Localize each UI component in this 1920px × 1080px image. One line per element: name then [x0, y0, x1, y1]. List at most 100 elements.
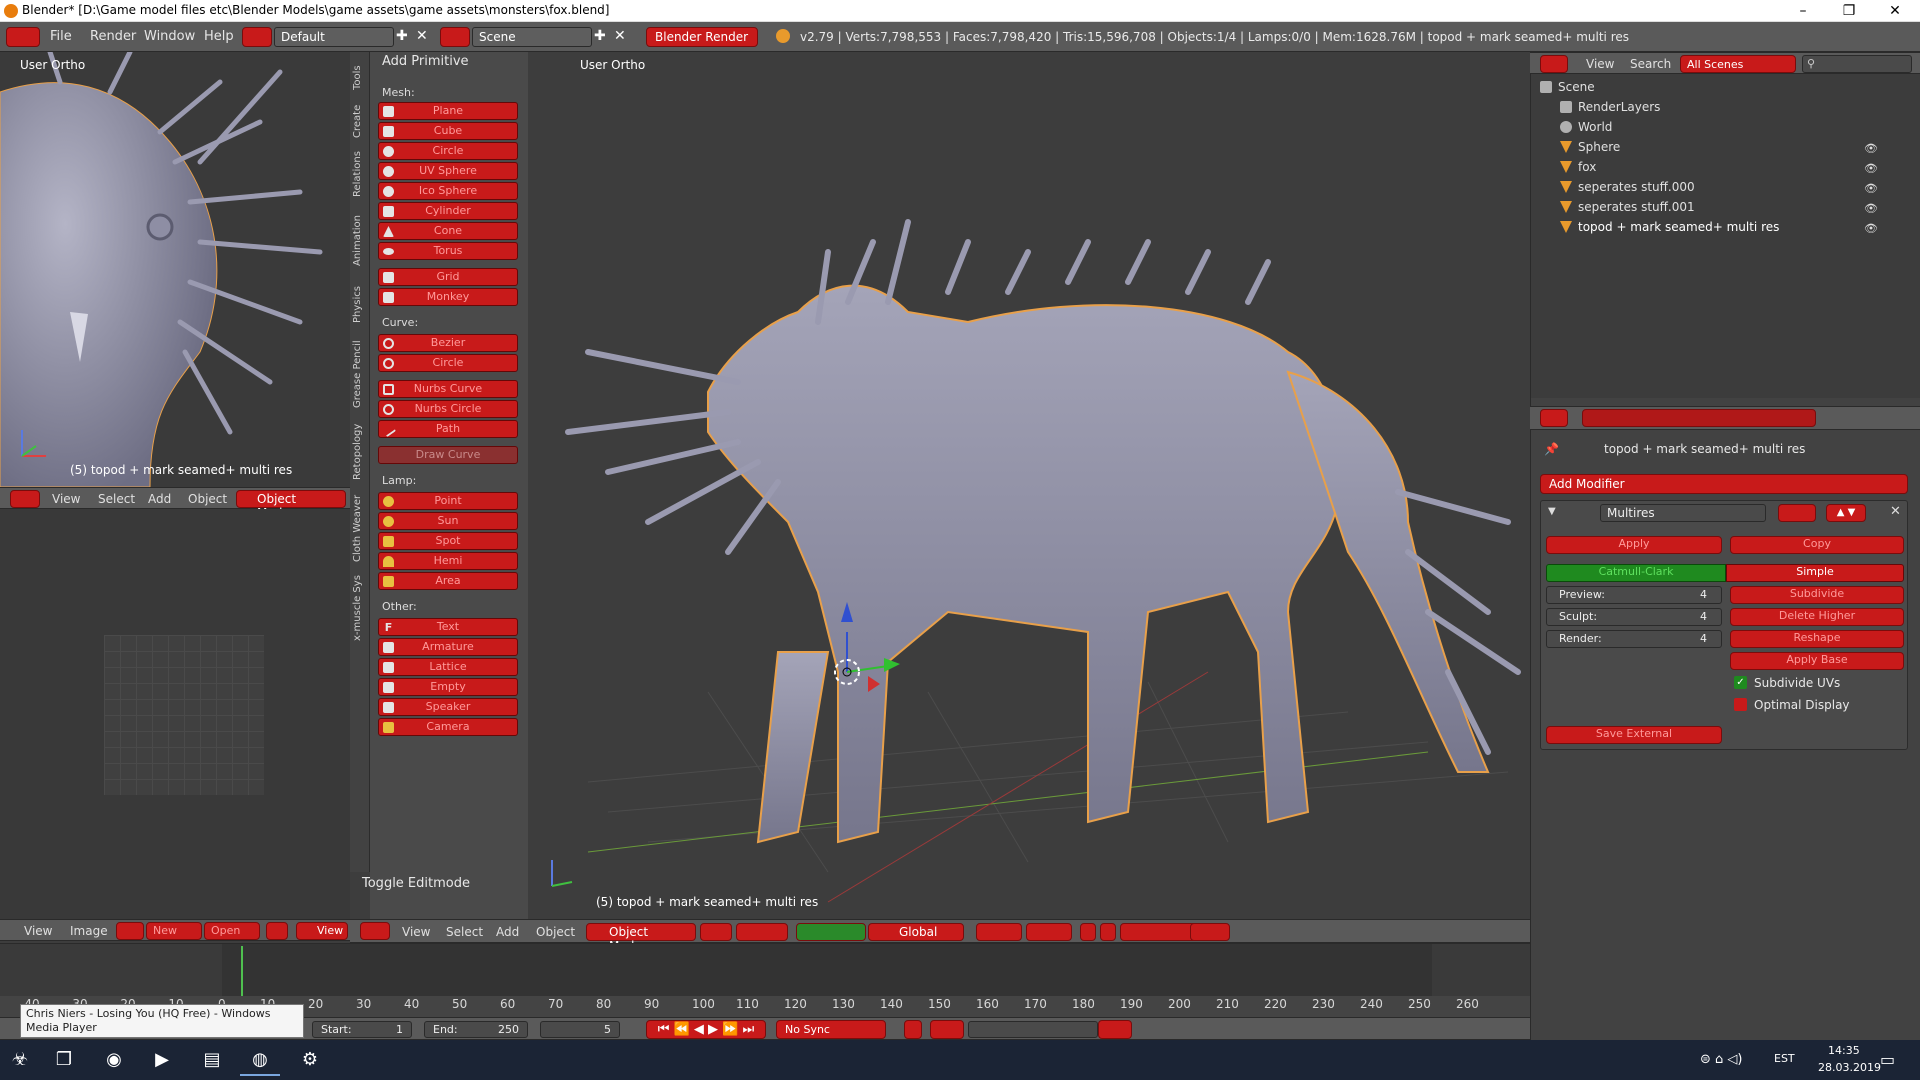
outliner-item-seperates-000[interactable]: seperates stuff.000 — [1560, 180, 1695, 200]
tab-muscle-system[interactable]: x-muscle Sys — [352, 570, 368, 646]
add-bezier-button[interactable]: Bezier — [378, 334, 518, 352]
reshape-button[interactable]: Reshape — [1730, 630, 1904, 648]
task-view-icon[interactable]: ❐ — [44, 1044, 84, 1076]
orientation-select[interactable]: Global — [868, 923, 964, 941]
pin-icon[interactable] — [266, 922, 288, 940]
tab-relations[interactable]: Relations — [352, 146, 368, 202]
main-menu-select[interactable]: Select — [446, 925, 483, 939]
copy-button[interactable]: Copy — [1730, 536, 1904, 554]
add-uv-sphere-button[interactable]: UV Sphere — [378, 162, 518, 180]
end-frame-field[interactable]: End: 250 — [424, 1021, 528, 1038]
outliner-item-renderlayers[interactable]: RenderLayers — [1560, 100, 1660, 120]
menu-window[interactable]: Window — [144, 29, 195, 44]
image-open-button[interactable]: Open — [204, 922, 260, 940]
outliner-search-input[interactable]: ⚲ — [1802, 55, 1912, 73]
tab-cloth-weaver[interactable]: Cloth Weaver — [352, 492, 368, 564]
tab-animation[interactable]: Animation — [352, 208, 368, 274]
viewport-shading-select[interactable] — [700, 923, 732, 941]
image-menu-image[interactable]: Image — [70, 924, 108, 938]
outliner-item-scene[interactable]: Scene — [1540, 80, 1595, 100]
add-point-lamp-button[interactable]: Point — [378, 492, 518, 510]
app-icon[interactable]: ⚙ — [290, 1044, 330, 1076]
opengl-render-buttons[interactable] — [1190, 923, 1230, 941]
remove-modifier-icon[interactable]: ✕ — [1890, 504, 1901, 519]
outliner-item-fox[interactable]: fox — [1560, 160, 1596, 180]
outliner-item-sphere[interactable]: Sphere — [1560, 140, 1620, 160]
add-monkey-button[interactable]: Monkey — [378, 288, 518, 306]
keyframe-insert-icon[interactable] — [1098, 1020, 1132, 1039]
toggle-editmode-panel[interactable]: Toggle Editmode — [362, 876, 470, 891]
menu-render[interactable]: Render — [90, 29, 136, 44]
main-menu-view[interactable]: View — [402, 925, 430, 939]
modifier-visibility-toggles[interactable] — [1778, 504, 1816, 522]
properties-context-tabs[interactable] — [1582, 409, 1816, 427]
subdivide-uvs-checkbox[interactable]: ✓ — [1734, 676, 1747, 689]
visibility-eye-icon[interactable]: 👁 — [1864, 142, 1878, 155]
apply-button[interactable]: Apply — [1546, 536, 1722, 554]
layout-add-icon[interactable]: ✚ — [396, 28, 408, 44]
layers-block-1[interactable] — [976, 923, 1022, 941]
add-sun-lamp-button[interactable]: Sun — [378, 512, 518, 530]
layout-delete-icon[interactable]: ✕ — [416, 28, 428, 44]
tab-create[interactable]: Create — [352, 100, 368, 142]
main-menu-add[interactable]: Add — [496, 925, 519, 939]
menu-help[interactable]: Help — [204, 29, 234, 44]
record-icon[interactable] — [904, 1020, 922, 1039]
add-text-button[interactable]: F Text — [378, 618, 518, 636]
outliner-item-topod[interactable]: topod + mark seamed+ multi res — [1560, 220, 1779, 240]
start-button[interactable]: ☣ — [0, 1044, 40, 1076]
media-player-icon[interactable]: ▶ — [142, 1044, 182, 1076]
close-button[interactable]: ✕ — [1872, 0, 1918, 22]
add-nurbs-circle-button[interactable]: Nurbs Circle — [378, 400, 518, 418]
left-menu-view[interactable]: View — [52, 492, 80, 506]
start-frame-field[interactable]: Start: 1 — [312, 1021, 412, 1038]
main-editor-type-button[interactable] — [360, 922, 390, 940]
info-editor-type-button[interactable] — [6, 27, 40, 47]
properties-editor-type-button[interactable] — [1540, 409, 1568, 427]
outliner-item-seperates-001[interactable]: seperates stuff.001 — [1560, 200, 1695, 220]
blender-taskbar-icon[interactable]: ◍ — [240, 1044, 280, 1076]
language-indicator[interactable]: EST — [1774, 1052, 1795, 1065]
catmull-clark-toggle[interactable]: Catmull-Clark — [1546, 564, 1726, 582]
add-ico-sphere-button[interactable]: Ico Sphere — [378, 182, 518, 200]
modifier-name-field[interactable]: Multires — [1600, 504, 1766, 522]
add-cylinder-button[interactable]: Cylinder — [378, 202, 518, 220]
outliner-menu-view[interactable]: View — [1586, 57, 1614, 71]
preview-levels-field[interactable]: Preview: 4 — [1546, 586, 1722, 604]
main-menu-object[interactable]: Object — [536, 925, 575, 939]
image-new-button[interactable]: New — [146, 922, 202, 940]
save-external-button[interactable]: Save External — [1546, 726, 1722, 744]
simple-toggle[interactable]: Simple — [1726, 564, 1904, 582]
layers-block-2[interactable] — [1026, 923, 1072, 941]
apply-base-button[interactable]: Apply Base — [1730, 652, 1904, 670]
image-menu-view[interactable]: View — [24, 924, 52, 938]
menu-file[interactable]: File — [50, 29, 72, 44]
draw-curve-button[interactable]: Draw Curve — [378, 446, 518, 464]
pivot-select[interactable] — [736, 923, 788, 941]
scene-field[interactable]: Scene — [472, 27, 592, 47]
pin-context-icon[interactable]: 📌 — [1544, 442, 1559, 456]
playback-controls[interactable]: ⏮ ⏪ ◀ ▶ ⏩ ⏭ — [646, 1020, 766, 1039]
notifications-icon[interactable]: ▭ — [1880, 1050, 1895, 1069]
add-modifier-select[interactable]: Add Modifier — [1540, 474, 1908, 494]
modifier-move-buttons[interactable]: ▲ ▼ — [1826, 504, 1866, 522]
proportional-editing-icon[interactable] — [1100, 923, 1116, 941]
visibility-eye-icon[interactable]: 👁 — [1864, 222, 1878, 235]
add-path-button[interactable]: Path — [378, 420, 518, 438]
add-empty-button[interactable]: Empty — [378, 678, 518, 696]
keying-set-field[interactable] — [968, 1021, 1098, 1038]
add-area-lamp-button[interactable]: Area — [378, 572, 518, 590]
clock-time[interactable]: 14:35 — [1828, 1044, 1860, 1057]
outliner-item-world[interactable]: World — [1560, 120, 1612, 140]
add-hemi-lamp-button[interactable]: Hemi — [378, 552, 518, 570]
add-spot-lamp-button[interactable]: Spot — [378, 532, 518, 550]
current-frame-line[interactable] — [241, 946, 243, 996]
visibility-eye-icon[interactable]: 👁 — [1864, 182, 1878, 195]
subdivide-button[interactable]: Subdivide — [1730, 586, 1904, 604]
image-editor[interactable] — [0, 509, 350, 919]
left-mode-select[interactable]: Object Mode — [236, 490, 346, 520]
maximize-button[interactable]: ❐ — [1826, 0, 1872, 22]
sculpt-levels-field[interactable]: Sculpt: 4 — [1546, 608, 1722, 626]
optimal-display-checkbox[interactable] — [1734, 698, 1747, 711]
add-plane-button[interactable]: Plane — [378, 102, 518, 120]
